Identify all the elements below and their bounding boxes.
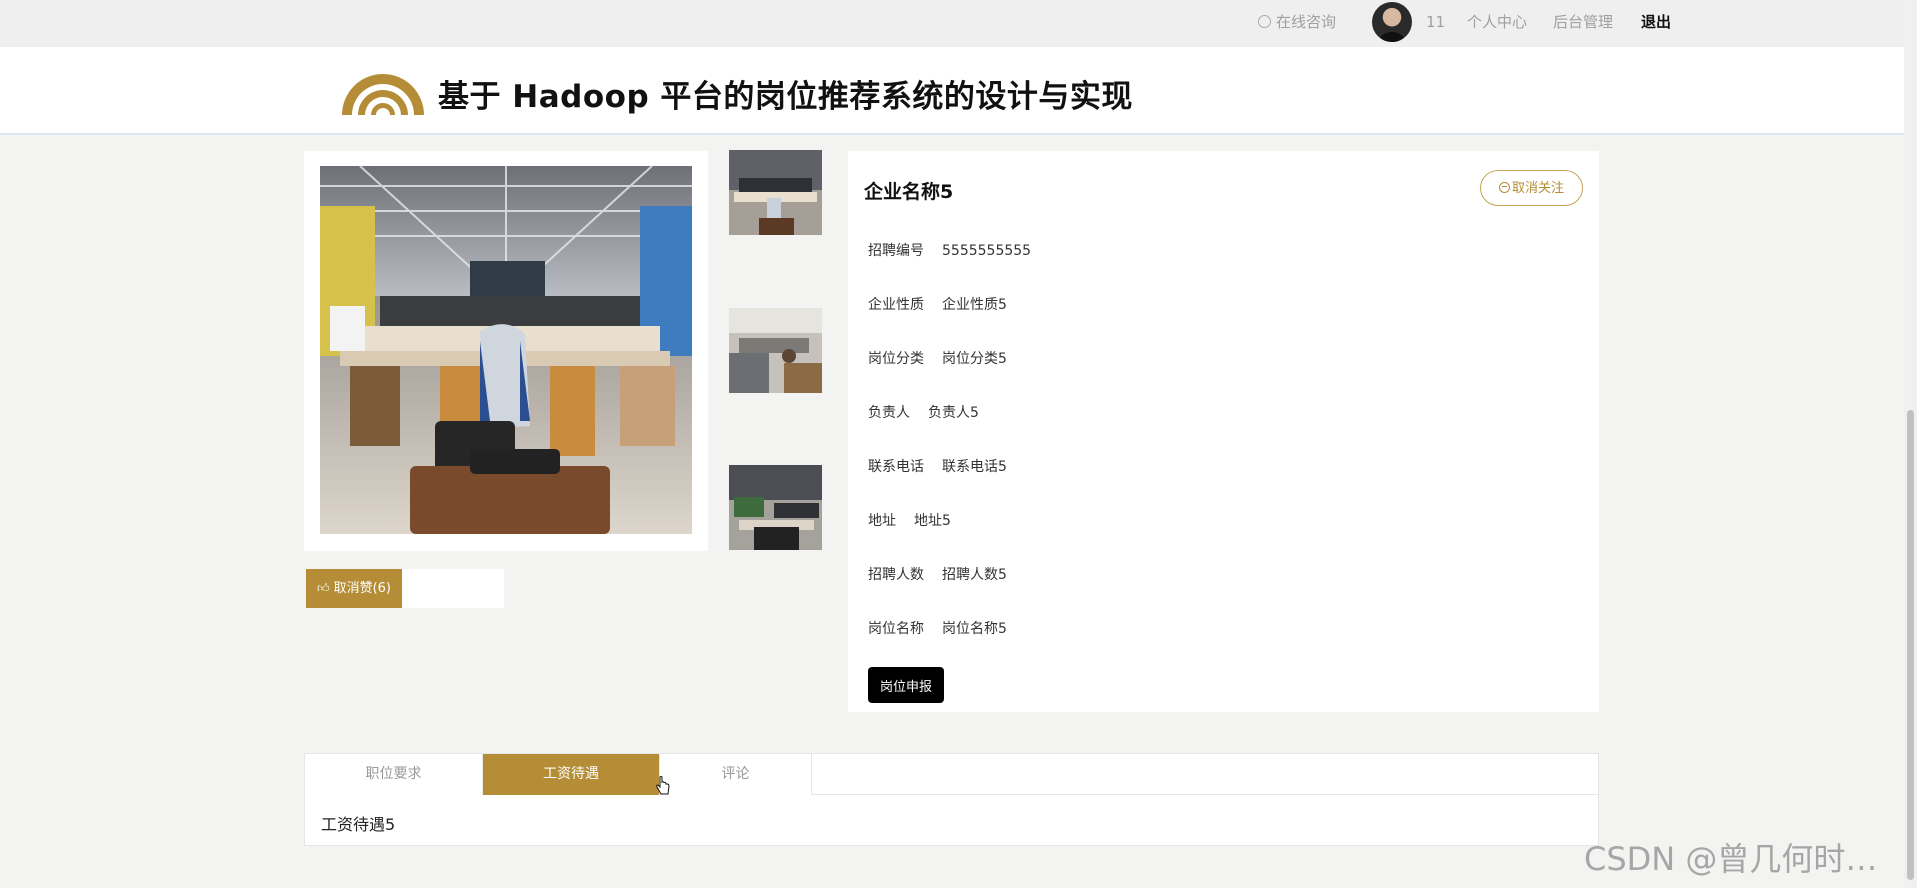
page-scrollbar[interactable]	[1904, 0, 1917, 888]
job-info-panel: 企业名称5 取消关注 招聘编号 5555555555 企业性质 企业性质5 岗位分类…	[848, 151, 1599, 712]
field-company-type: 企业性质 企业性质5	[868, 297, 1007, 313]
tab-comments[interactable]: 评论	[660, 754, 812, 795]
detail-tabs: 职位要求 工资待遇 评论 工资待遇5	[304, 753, 1599, 846]
site-logo[interactable]	[338, 63, 428, 119]
hand-cursor-icon	[656, 776, 670, 795]
like-spacer	[402, 569, 504, 608]
site-title: 基于 Hadoop 平台的岗位推荐系统的设计与实现	[438, 79, 1133, 115]
personal-center-link[interactable]: 个人中心	[1467, 12, 1527, 32]
field-headcount: 招聘人数 招聘人数5	[868, 567, 1007, 583]
tab-requirements[interactable]: 职位要求	[305, 754, 483, 795]
thumbnail-image[interactable]	[729, 308, 822, 393]
field-contact-person: 负责人 负责人5	[868, 405, 979, 421]
field-phone: 联系电话 联系电话5	[868, 459, 1007, 475]
apply-button[interactable]: 岗位申报	[868, 667, 944, 703]
scrollbar-thumb[interactable]	[1907, 410, 1914, 880]
field-job-title: 岗位名称 岗位名称5	[868, 621, 1007, 637]
unlike-button[interactable]: 👍︎ 取消赞(6)	[306, 569, 402, 608]
username: 11	[1426, 13, 1446, 31]
user-circle-icon	[1258, 15, 1271, 28]
field-recruit-number: 招聘编号 5555555555	[868, 243, 1032, 259]
main-office-image[interactable]	[320, 166, 692, 534]
minus-circle-icon	[1498, 181, 1510, 193]
tab-salary[interactable]: 工资待遇	[483, 754, 660, 795]
tab-content: 工资待遇5	[321, 815, 396, 834]
online-consult-link[interactable]: 在线咨询	[1258, 12, 1336, 32]
company-name: 企业名称5	[864, 181, 954, 203]
thumbnail-image[interactable]	[729, 150, 822, 235]
main-image-frame	[304, 151, 708, 551]
avatar[interactable]	[1372, 2, 1412, 42]
top-bar: 在线咨询 11 个人中心 后台管理 退出	[0, 0, 1904, 47]
thumbs-up-icon: 👍︎	[317, 581, 330, 595]
watermark: CSDN @曾几何时…	[1584, 840, 1878, 878]
thumbnail-image[interactable]	[729, 465, 822, 550]
field-job-category: 岗位分类 岗位分类5	[868, 351, 1007, 367]
unfollow-button[interactable]: 取消关注	[1480, 170, 1583, 206]
logout-link[interactable]: 退出	[1641, 12, 1671, 32]
tab-bar: 职位要求 工资待遇 评论	[305, 754, 1598, 795]
admin-link[interactable]: 后台管理	[1553, 12, 1613, 32]
site-header: 基于 Hadoop 平台的岗位推荐系统的设计与实现	[0, 47, 1904, 135]
field-address: 地址 地址5	[868, 513, 951, 529]
